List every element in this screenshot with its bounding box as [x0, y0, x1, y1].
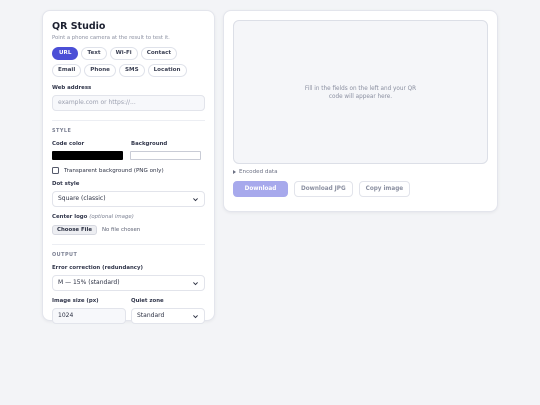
copy-image-button[interactable]: Copy image	[358, 181, 411, 197]
dot-style-select[interactable]: Square (classic)	[52, 191, 205, 207]
background-color-label: Background	[131, 141, 168, 147]
code-color-label: Code color	[52, 141, 85, 147]
chevron-down-icon	[193, 197, 198, 201]
code-color-picker[interactable]	[52, 151, 123, 160]
dot-style-label: Dot style	[52, 181, 80, 187]
file-status: No file chosen	[101, 227, 141, 233]
transparent-background-label: Transparent background (PNG only)	[64, 167, 164, 174]
tab-location[interactable]: Location	[147, 64, 187, 77]
tab-wifi[interactable]: Wi-Fi	[109, 47, 138, 60]
choose-file-button[interactable]: Choose File	[52, 225, 97, 235]
encoded-data-label: Encoded data	[239, 169, 278, 175]
style-section-title: STYLE	[52, 128, 72, 134]
center-logo-title: Center logo	[52, 214, 88, 220]
center-logo-hint: (optional image)	[89, 214, 134, 220]
quiet-zone-select[interactable]: Standard	[131, 308, 205, 324]
web-address-input[interactable]: example.com or https://...	[52, 95, 205, 111]
tab-email[interactable]: Email	[52, 64, 82, 77]
error-correction-select[interactable]: M — 15% (standard)	[52, 275, 205, 291]
chevron-down-icon	[193, 281, 198, 285]
error-correction-value: M — 15% (standard)	[58, 279, 120, 286]
chevron-down-icon	[193, 314, 198, 318]
image-size-label: Image size (px)	[52, 298, 99, 304]
divider	[52, 120, 205, 121]
tab-phone[interactable]: Phone	[84, 64, 116, 77]
tab-text[interactable]: Text	[81, 47, 107, 60]
triangle-right-icon	[233, 170, 236, 174]
app-subtitle: Point a phone camera at the result to te…	[52, 35, 170, 41]
divider	[52, 244, 205, 245]
quiet-zone-value: Standard	[137, 312, 165, 319]
preview-placeholder: Fill in the fields on the left and your …	[304, 86, 417, 100]
center-logo-label: Center logo (optional image)	[52, 214, 205, 220]
content-type-tabs: URL Text Wi-Fi Contact Email Phone SMS L…	[52, 47, 202, 77]
transparent-background-checkbox[interactable]	[52, 167, 59, 174]
background-color-picker[interactable]	[130, 151, 201, 160]
app-title: QR Studio	[52, 21, 106, 32]
tab-sms[interactable]: SMS	[118, 64, 145, 77]
dot-style-value: Square (classic)	[58, 195, 106, 202]
output-section-title: OUTPUT	[52, 252, 78, 258]
download-jpg-button[interactable]: Download JPG	[294, 181, 353, 197]
image-size-input[interactable]: 1024	[52, 308, 126, 324]
settings-panel: QR Studio Point a phone camera at the re…	[42, 10, 215, 324]
download-png-button[interactable]: Download PNG	[233, 181, 288, 206]
quiet-zone-label: Quiet zone	[131, 298, 164, 304]
tab-url[interactable]: URL	[52, 47, 79, 60]
encoded-data-toggle[interactable]: Encoded data	[233, 169, 488, 175]
error-correction-label: Error correction (redundancy)	[52, 265, 143, 271]
qr-preview-area: Fill in the fields on the left and your …	[233, 20, 488, 164]
preview-panel: Fill in the fields on the left and your …	[223, 10, 498, 212]
web-address-label: Web address	[52, 85, 92, 91]
tab-contact[interactable]: Contact	[140, 47, 178, 60]
